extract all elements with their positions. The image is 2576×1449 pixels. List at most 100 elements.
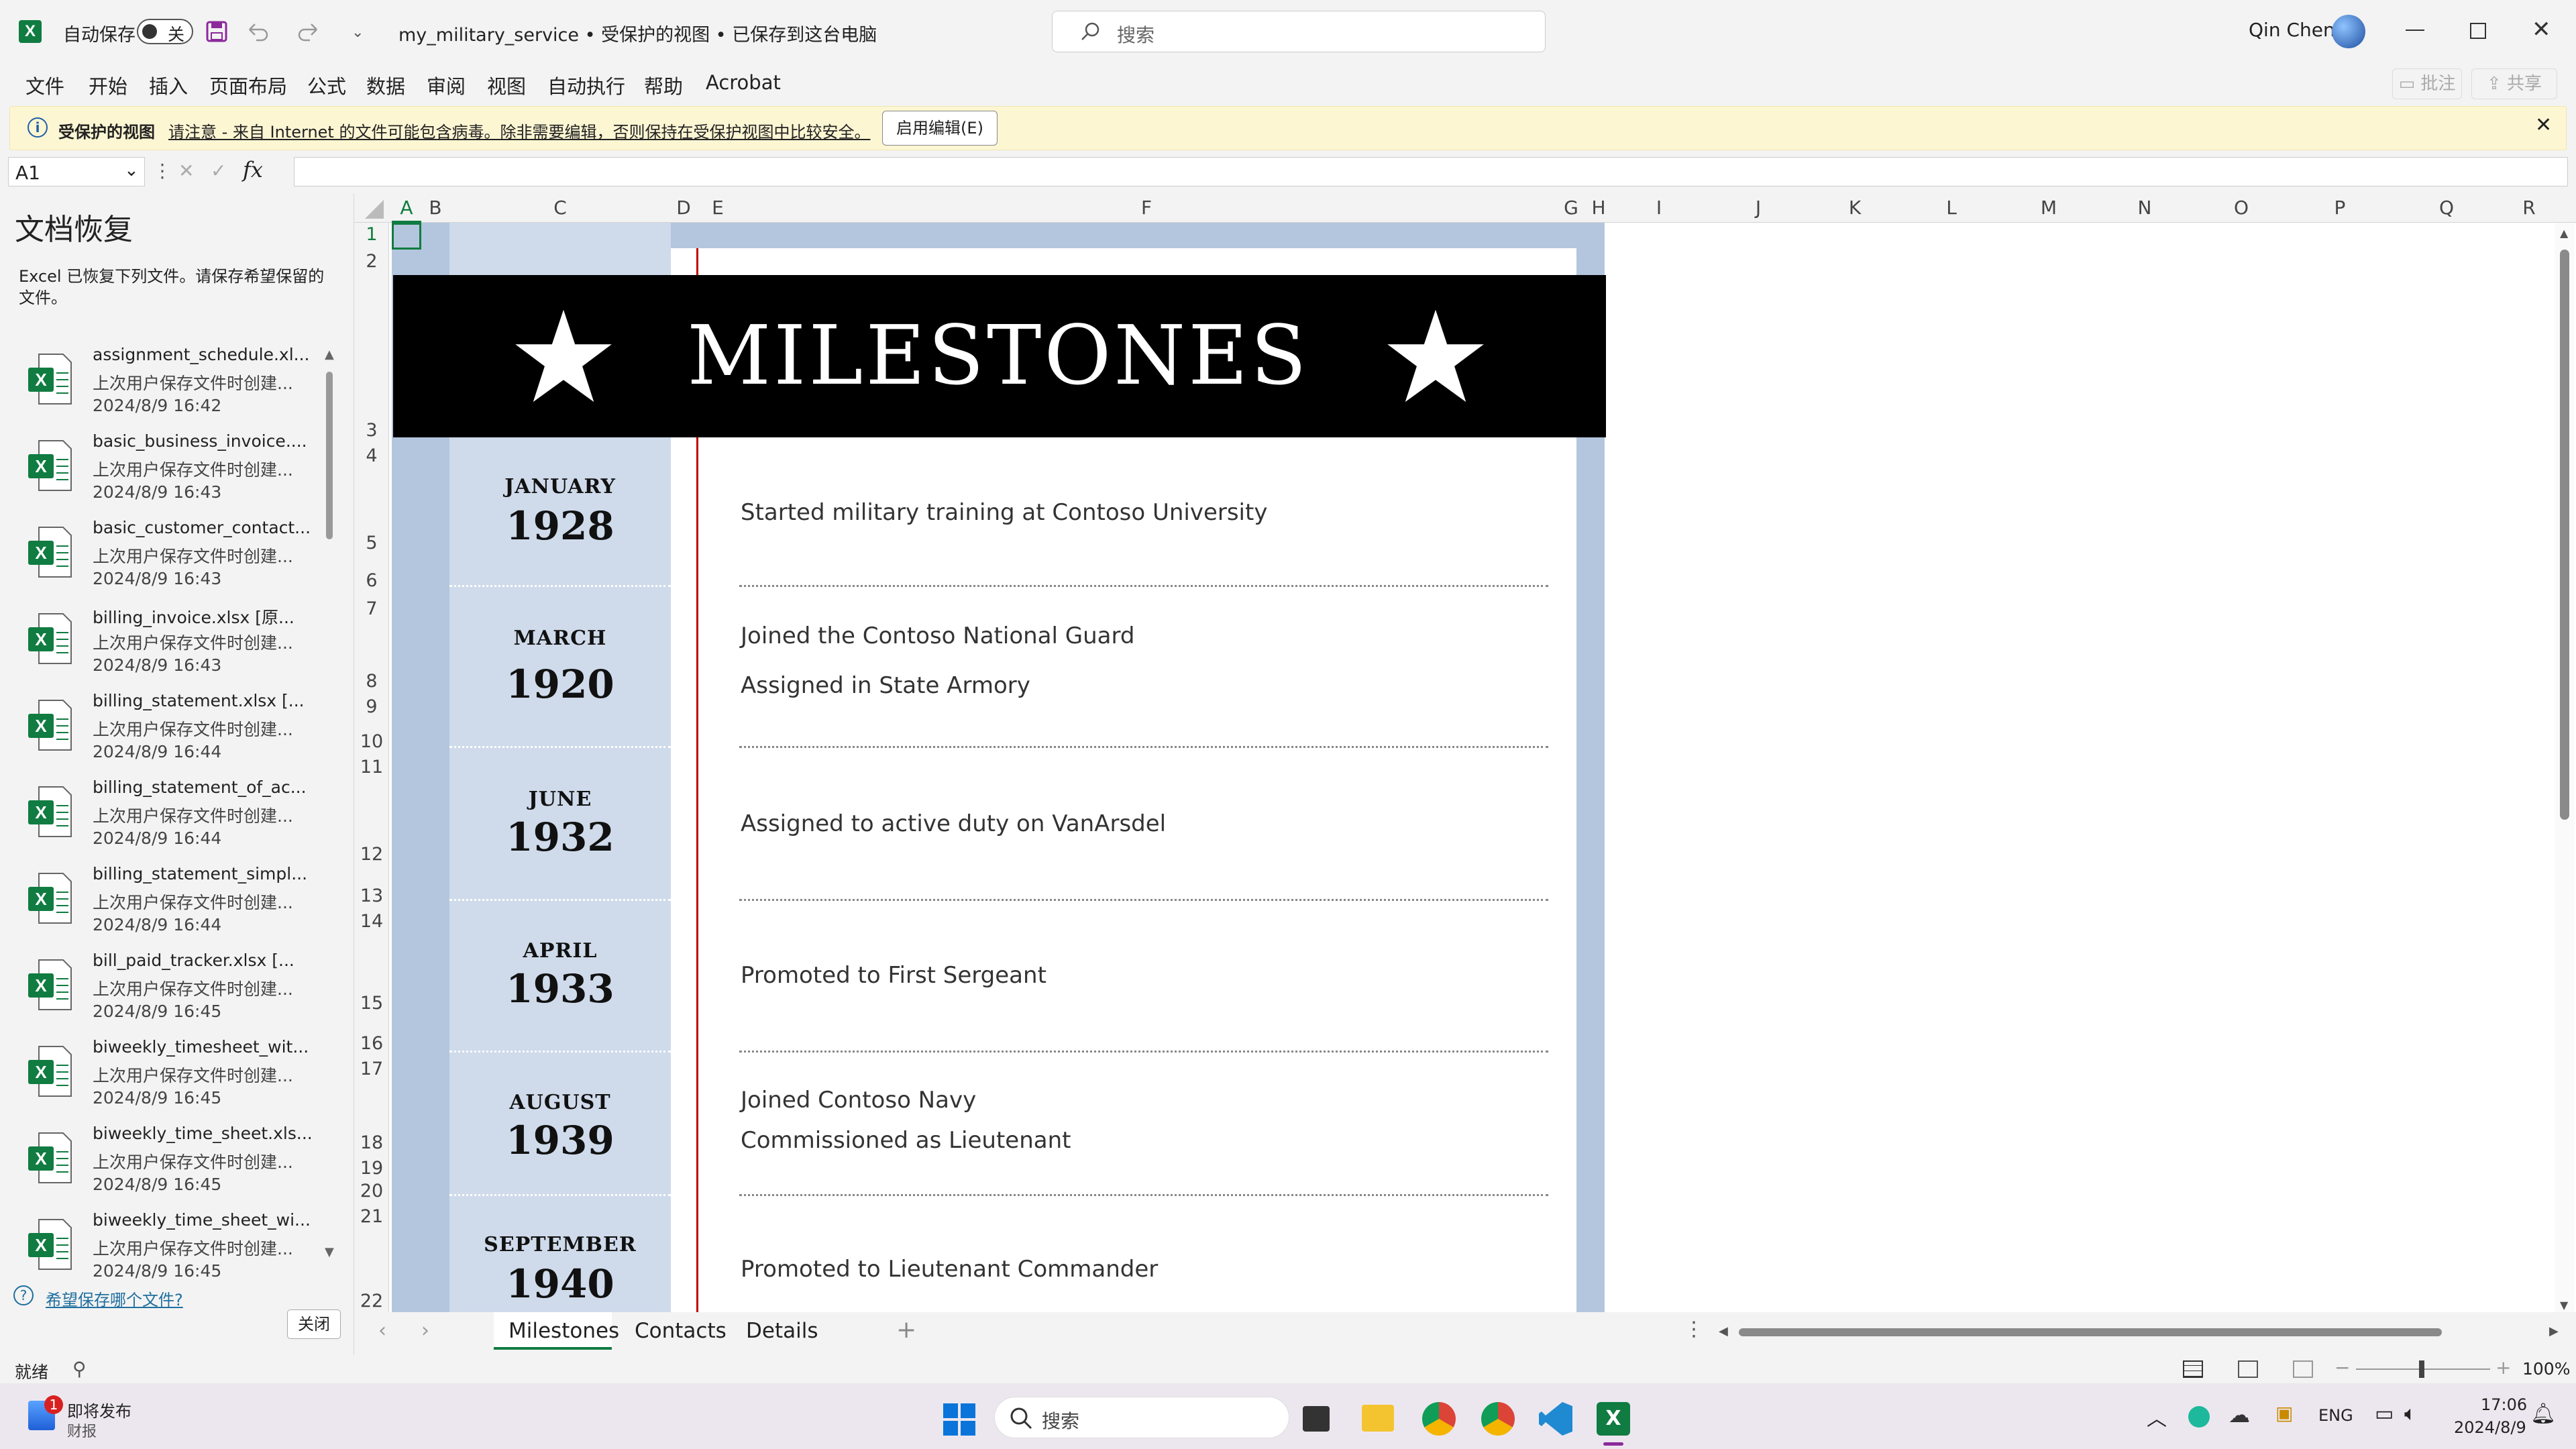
menu-help[interactable]: 帮助 bbox=[644, 71, 683, 99]
menu-file[interactable]: 文件 bbox=[25, 71, 64, 99]
chrome-profile-icon[interactable] bbox=[1481, 1402, 1515, 1436]
column-header[interactable]: L bbox=[1902, 193, 2000, 223]
menu-data[interactable]: 数据 bbox=[366, 71, 405, 99]
menu-view[interactable]: 视图 bbox=[487, 71, 526, 99]
scroll-thumb[interactable] bbox=[2560, 250, 2569, 820]
file-explorer-icon[interactable] bbox=[1362, 1405, 1394, 1432]
row-header[interactable]: 2 bbox=[354, 248, 389, 275]
column-header[interactable]: E bbox=[696, 193, 739, 223]
column-header[interactable]: J bbox=[1709, 193, 1807, 223]
row-header[interactable]: 3 bbox=[354, 275, 389, 444]
undo-icon[interactable] bbox=[244, 20, 271, 43]
close-window-icon[interactable]: ✕ bbox=[2532, 16, 2551, 43]
column-header[interactable]: A bbox=[392, 193, 421, 223]
next-sheet-icon[interactable]: › bbox=[421, 1319, 429, 1342]
enter-icon[interactable]: ✓ bbox=[211, 160, 226, 182]
row-header[interactable]: 5 bbox=[354, 467, 389, 557]
clock-date[interactable]: 2024/8/9 bbox=[2454, 1418, 2526, 1437]
row-header[interactable]: 12 bbox=[354, 781, 389, 868]
tray-app-icon[interactable]: ▣ bbox=[2275, 1402, 2293, 1424]
column-header[interactable]: M bbox=[2000, 193, 2097, 223]
volume-icon[interactable]: 🔈︎ bbox=[2404, 1402, 2416, 1426]
scroll-down-icon[interactable]: ▼ bbox=[2560, 1299, 2568, 1311]
row-header[interactable]: 13 bbox=[354, 868, 389, 910]
row-header[interactable]: 15 bbox=[354, 934, 389, 1017]
vertical-scrollbar[interactable]: ▲ ▼ bbox=[2555, 223, 2575, 1315]
row-header[interactable]: 18 bbox=[354, 1080, 389, 1157]
row-header[interactable]: 10 bbox=[354, 720, 389, 755]
scrollbar-track[interactable]: ▲ ▼ bbox=[325, 347, 334, 1260]
row-header[interactable]: 11 bbox=[354, 755, 389, 781]
avatar[interactable] bbox=[2332, 15, 2365, 48]
tab-details[interactable]: Details bbox=[737, 1312, 830, 1350]
column-header[interactable]: H bbox=[1589, 193, 1609, 223]
edge-tray-icon[interactable] bbox=[2188, 1406, 2210, 1428]
menu-review[interactable]: 审阅 bbox=[427, 71, 466, 99]
column-header[interactable]: G bbox=[1554, 193, 1589, 223]
zoom-in-icon[interactable]: + bbox=[2496, 1356, 2511, 1379]
customize-toolbar-icon[interactable]: ⌄ bbox=[352, 24, 364, 41]
name-box[interactable]: A1 ⌄ bbox=[8, 157, 145, 186]
column-header[interactable]: R bbox=[2504, 193, 2555, 223]
clock-time[interactable]: 17:06 bbox=[2481, 1395, 2527, 1414]
search-box[interactable]: 搜索 bbox=[1052, 11, 1546, 52]
column-header[interactable]: F bbox=[739, 193, 1554, 223]
windows-start-icon[interactable] bbox=[943, 1403, 975, 1436]
scroll-left-icon[interactable]: ◀ bbox=[1719, 1324, 1728, 1338]
menu-acrobat[interactable]: Acrobat bbox=[706, 71, 781, 94]
row-header[interactable]: 8 bbox=[354, 623, 389, 695]
onedrive-icon[interactable]: ☁ bbox=[2229, 1402, 2250, 1428]
share-button[interactable]: ⇪ 共享 bbox=[2471, 68, 2557, 99]
recovered-file-item[interactable]: Xbasic_business_invoice.... 上次用户保存文件时创建..… bbox=[0, 426, 335, 513]
tabs-more-icon[interactable]: ⋮ bbox=[1684, 1318, 1704, 1341]
column-header[interactable]: O bbox=[2192, 193, 2290, 223]
row-header[interactable]: 21 bbox=[354, 1205, 389, 1230]
which-files-link[interactable]: 希望保存哪个文件? bbox=[46, 1287, 183, 1310]
save-icon[interactable] bbox=[205, 20, 228, 43]
recovered-file-item[interactable]: Xbilling_statement_simpl... 上次用户保存文件时创建..… bbox=[0, 859, 335, 945]
row-header[interactable]: 17 bbox=[354, 1057, 389, 1080]
menu-automate[interactable]: 自动执行 bbox=[547, 71, 625, 99]
scroll-up-icon[interactable]: ▲ bbox=[2560, 227, 2568, 239]
zoom-level[interactable]: 100% bbox=[2522, 1359, 2570, 1379]
row-header[interactable]: 6 bbox=[354, 557, 389, 594]
autosave-toggle[interactable]: 关 bbox=[137, 19, 193, 44]
select-all-corner[interactable] bbox=[354, 193, 389, 223]
comments-button[interactable]: ▭ 批注 bbox=[2392, 68, 2462, 99]
scroll-thumb[interactable] bbox=[326, 372, 333, 539]
tab-contacts[interactable]: Contacts bbox=[621, 1312, 729, 1350]
recovered-file-item[interactable]: Xbasic_customer_contact... 上次用户保存文件时创建...… bbox=[0, 513, 335, 599]
taskbar-search[interactable]: 搜索 bbox=[994, 1397, 1289, 1438]
close-banner-icon[interactable]: ✕ bbox=[2535, 113, 2552, 137]
row-header[interactable]: 16 bbox=[354, 1017, 389, 1057]
cancel-icon[interactable]: ✕ bbox=[178, 160, 194, 182]
normal-view-icon[interactable] bbox=[2183, 1360, 2203, 1378]
h-scroll-thumb[interactable] bbox=[1739, 1328, 2442, 1336]
recovered-file-item[interactable]: Xbiweekly_time_sheet_wi... 上次用户保存文件时创建...… bbox=[0, 1205, 335, 1291]
scroll-down-icon[interactable]: ▼ bbox=[325, 1245, 334, 1259]
column-header[interactable]: P bbox=[2290, 193, 2390, 223]
zoom-slider-thumb[interactable] bbox=[2419, 1360, 2424, 1378]
language-indicator[interactable]: ENG bbox=[2318, 1406, 2353, 1425]
column-header[interactable]: N bbox=[2097, 193, 2192, 223]
recovered-file-item[interactable]: Xbilling_statement.xlsx [... 上次用户保存文件时创建.… bbox=[0, 686, 335, 772]
row-header[interactable]: 1 bbox=[354, 223, 389, 248]
column-header[interactable]: Q bbox=[2390, 193, 2504, 223]
menu-page-layout[interactable]: 页面布局 bbox=[209, 71, 287, 99]
scroll-right-icon[interactable]: ▶ bbox=[2549, 1324, 2559, 1338]
recovered-file-item[interactable]: Xbiweekly_timesheet_wit... 上次用户保存文件时创建...… bbox=[0, 1032, 335, 1118]
notification-bell-icon[interactable]: 🔔︎ bbox=[2530, 1402, 2556, 1426]
menu-insert[interactable]: 插入 bbox=[149, 71, 188, 99]
minimize-icon[interactable] bbox=[2406, 30, 2424, 31]
row-header[interactable]: 20 bbox=[354, 1179, 389, 1205]
document-title[interactable]: my_military_service • 受保护的视图 • 已保存到这台电脑 bbox=[398, 20, 877, 46]
recovered-file-item[interactable]: Xbiweekly_time_sheet.xls... 上次用户保存文件时创建..… bbox=[0, 1118, 335, 1205]
restore-icon[interactable] bbox=[2470, 23, 2486, 39]
horizontal-scrollbar[interactable]: ◀ ▶ bbox=[1719, 1323, 2567, 1342]
recovered-file-item[interactable]: Xbilling_statement_of_ac... 上次用户保存文件时创建..… bbox=[0, 772, 335, 859]
banner-message[interactable]: 请注意 - 来自 Internet 的文件可能包含病毒。除非需要编辑，否则保持在… bbox=[168, 119, 870, 142]
column-header[interactable]: C bbox=[449, 193, 671, 223]
zoom-out-icon[interactable]: − bbox=[2334, 1356, 2350, 1379]
user-name[interactable]: Qin Chen bbox=[2249, 19, 2335, 41]
row-header[interactable]: 19 bbox=[354, 1157, 389, 1179]
